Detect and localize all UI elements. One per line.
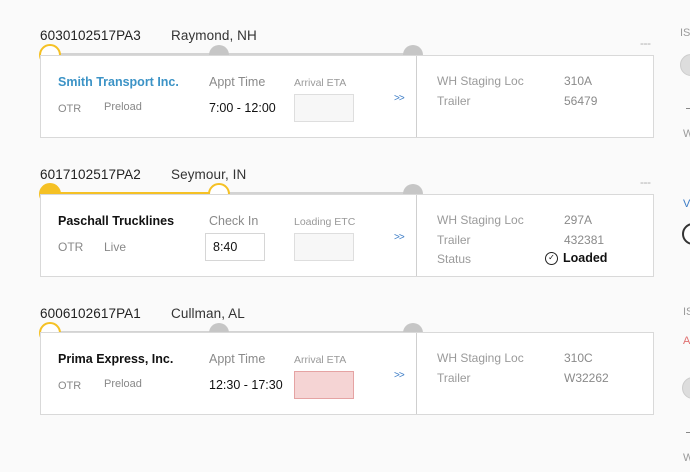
card-divider — [416, 333, 417, 414]
card-divider — [416, 195, 417, 276]
wh-staging-label: WH Staging Loc — [437, 351, 524, 365]
expand-icon[interactable]: >> — [394, 93, 405, 104]
arrival-eta-input[interactable] — [294, 371, 354, 399]
side-panel-label: W — [683, 452, 690, 464]
wh-staging-value: 310A — [564, 74, 593, 88]
check-in-input[interactable]: 8:40 — [205, 233, 265, 261]
trailer-label: Trailer — [437, 233, 471, 247]
appt-time-label: Appt Time — [209, 352, 266, 366]
load-type-label: Preload — [104, 101, 142, 113]
trailer-value: W32262 — [564, 371, 609, 385]
wh-staging-label: WH Staging Loc — [437, 213, 524, 227]
trailer-label: Trailer — [437, 371, 471, 385]
arrival-eta-label: Arrival ETA — [294, 77, 347, 89]
appt-time-label: Appt Time — [209, 75, 266, 89]
appt-time-value: 12:30 - 17:30 — [209, 378, 283, 392]
shipment-card-2: 6017102517PA2 Seymour, IN --- Paschall T… — [0, 139, 690, 279]
side-panel-label: W — [683, 128, 690, 140]
status-label: Status — [437, 252, 472, 266]
mode-label: OTR — [58, 103, 82, 115]
wh-staging-value: 297A — [564, 213, 593, 227]
carrier-name: Paschall Trucklines — [58, 214, 175, 228]
trailer-value: 432381 — [564, 233, 605, 247]
carrier-link[interactable]: Smith Transport Inc. — [58, 75, 179, 89]
shipment-id[interactable]: 6017102517PA2 — [40, 167, 141, 182]
side-panel-label: IS — [683, 306, 690, 318]
card-divider — [416, 56, 417, 137]
expand-icon[interactable]: >> — [394, 370, 405, 381]
status-value: Loaded — [563, 251, 608, 265]
shipment-card-1: 6030102517PA3 Raymond, NH --- Smith Tran… — [0, 0, 690, 140]
shipment-detail-card: Prima Express, Inc. OTR Preload Appt Tim… — [40, 332, 654, 415]
side-panel-link[interactable]: V — [683, 198, 690, 210]
side-dash — [686, 432, 690, 433]
shipment-location: Seymour, IN — [171, 167, 247, 182]
trailer-value: 56479 — [564, 94, 598, 108]
status-badge: ✓ Loaded — [545, 251, 607, 265]
check-in-label: Check In — [209, 214, 259, 228]
trailer-label: Trailer — [437, 94, 471, 108]
loading-etc-input[interactable] — [294, 233, 354, 261]
more-options-icon[interactable]: --- — [640, 175, 651, 189]
expand-icon[interactable]: >> — [394, 232, 405, 243]
shipment-detail-card: Paschall Trucklines OTR Live Check In 8:… — [40, 194, 654, 277]
load-type-label: Preload — [104, 378, 142, 390]
carrier-name: Prima Express, Inc. — [58, 352, 174, 366]
load-type-label: Live — [104, 240, 127, 254]
loading-etc-label: Loading ETC — [294, 216, 356, 228]
arrival-eta-label: Arrival ETA — [294, 354, 347, 366]
arrival-eta-input[interactable] — [294, 94, 354, 122]
shipment-card-3: 6006102617PA1 Cullman, AL Prima Express,… — [0, 278, 690, 418]
mode-label: OTR — [58, 380, 82, 392]
check-circle-icon: ✓ — [545, 251, 558, 265]
side-panel-alert: A — [683, 335, 690, 347]
more-options-icon[interactable]: --- — [640, 36, 651, 50]
appt-time-value: 7:00 - 12:00 — [209, 101, 276, 115]
shipment-location: Cullman, AL — [171, 306, 245, 321]
side-panel-label: IS — [680, 27, 690, 39]
wh-staging-label: WH Staging Loc — [437, 74, 524, 88]
shipment-id[interactable]: 6030102517PA3 — [40, 28, 141, 43]
wh-staging-value: 310C — [564, 351, 593, 365]
shipment-location: Raymond, NH — [171, 28, 257, 43]
mode-label: OTR — [58, 240, 84, 254]
side-dash — [686, 108, 690, 109]
shipment-id[interactable]: 6006102617PA1 — [40, 306, 141, 321]
shipment-detail-card: Smith Transport Inc. OTR Preload Appt Ti… — [40, 55, 654, 138]
